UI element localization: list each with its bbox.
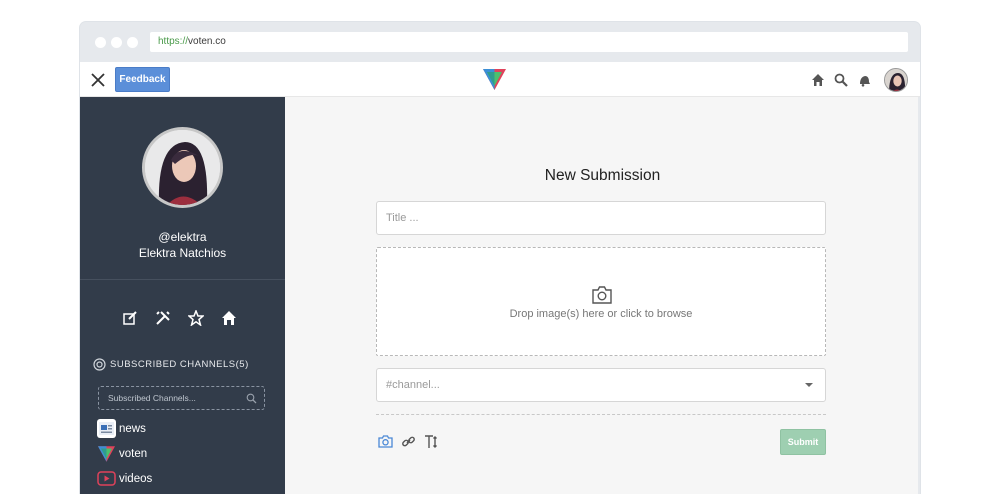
close-icon[interactable] bbox=[90, 72, 106, 88]
chevron-down-icon bbox=[805, 383, 813, 387]
star-icon[interactable] bbox=[188, 310, 204, 326]
window-close-dot[interactable] bbox=[95, 37, 106, 48]
sidebar-action-icons bbox=[122, 310, 237, 326]
address-bar[interactable]: https://voten.co bbox=[150, 32, 908, 52]
home-icon[interactable] bbox=[811, 73, 825, 87]
url-host: voten.co bbox=[188, 36, 226, 47]
notification-bell-icon[interactable] bbox=[857, 73, 871, 87]
submit-button[interactable]: Submit bbox=[780, 429, 826, 455]
news-icon bbox=[97, 419, 116, 438]
image-dropzone[interactable]: Drop image(s) here or click to browse bbox=[376, 247, 826, 356]
channel-item-voten[interactable]: voten bbox=[97, 444, 147, 463]
search-placeholder: Subscribed Channels... bbox=[108, 393, 196, 403]
sidebar: @elektra Elektra Natchios SUBSCRIBED CHA… bbox=[80, 97, 285, 494]
dropzone-text: Drop image(s) here or click to browse bbox=[509, 308, 693, 320]
submission-type-tools bbox=[378, 434, 439, 449]
app-header: Feedback bbox=[80, 62, 920, 97]
voten-logo-icon[interactable] bbox=[483, 69, 506, 90]
channel-select[interactable]: #channel... bbox=[376, 368, 826, 402]
home-icon[interactable] bbox=[221, 310, 237, 326]
camera-icon bbox=[592, 286, 612, 304]
window-minimize-dot[interactable] bbox=[111, 37, 122, 48]
header-icon-group bbox=[811, 67, 908, 92]
profile-avatar[interactable] bbox=[142, 127, 223, 208]
camera-icon[interactable] bbox=[378, 434, 393, 449]
title-input[interactable]: Title ... bbox=[376, 201, 826, 235]
text-icon[interactable] bbox=[424, 434, 439, 449]
edit-icon[interactable] bbox=[122, 310, 138, 326]
user-avatar[interactable] bbox=[884, 67, 908, 92]
play-icon bbox=[97, 469, 116, 488]
channels-icon bbox=[93, 358, 106, 371]
channel-item-news[interactable]: news bbox=[97, 419, 146, 438]
user-full-name: Elektra Natchios bbox=[138, 246, 227, 260]
window-maximize-dot[interactable] bbox=[127, 37, 138, 48]
subscribed-channels-heading: SUBSCRIBED CHANNELS(5) bbox=[93, 358, 249, 371]
browser-toolbar: https://voten.co bbox=[80, 22, 920, 62]
user-handle: @elektra bbox=[158, 230, 207, 244]
browser-window: https://voten.co Feedback @elektra Elekt… bbox=[80, 22, 920, 494]
main-content: New Submission Title ... Drop image(s) h… bbox=[285, 97, 920, 494]
search-icon[interactable] bbox=[834, 73, 848, 87]
search-icon bbox=[246, 393, 257, 404]
channel-item-videos[interactable]: videos bbox=[97, 469, 152, 488]
url-scheme: https:// bbox=[158, 36, 189, 47]
form-separator bbox=[376, 414, 826, 415]
channel-name: voten bbox=[119, 447, 148, 460]
sidebar-divider bbox=[80, 279, 285, 280]
subscribed-channels-search-input[interactable]: Subscribed Channels... bbox=[98, 386, 265, 410]
voten-logo-icon bbox=[97, 444, 116, 463]
channel-name: news bbox=[119, 422, 146, 435]
subscribed-channels-label: SUBSCRIBED CHANNELS(5) bbox=[110, 359, 249, 370]
page-title: New Submission bbox=[544, 167, 661, 184]
title-placeholder: Title ... bbox=[386, 212, 419, 224]
window-right-border bbox=[918, 97, 920, 494]
tools-icon[interactable] bbox=[155, 310, 171, 326]
feedback-button[interactable]: Feedback bbox=[115, 67, 170, 92]
link-icon[interactable] bbox=[401, 434, 416, 449]
channel-name: videos bbox=[119, 472, 153, 485]
channel-placeholder: #channel... bbox=[386, 379, 440, 391]
